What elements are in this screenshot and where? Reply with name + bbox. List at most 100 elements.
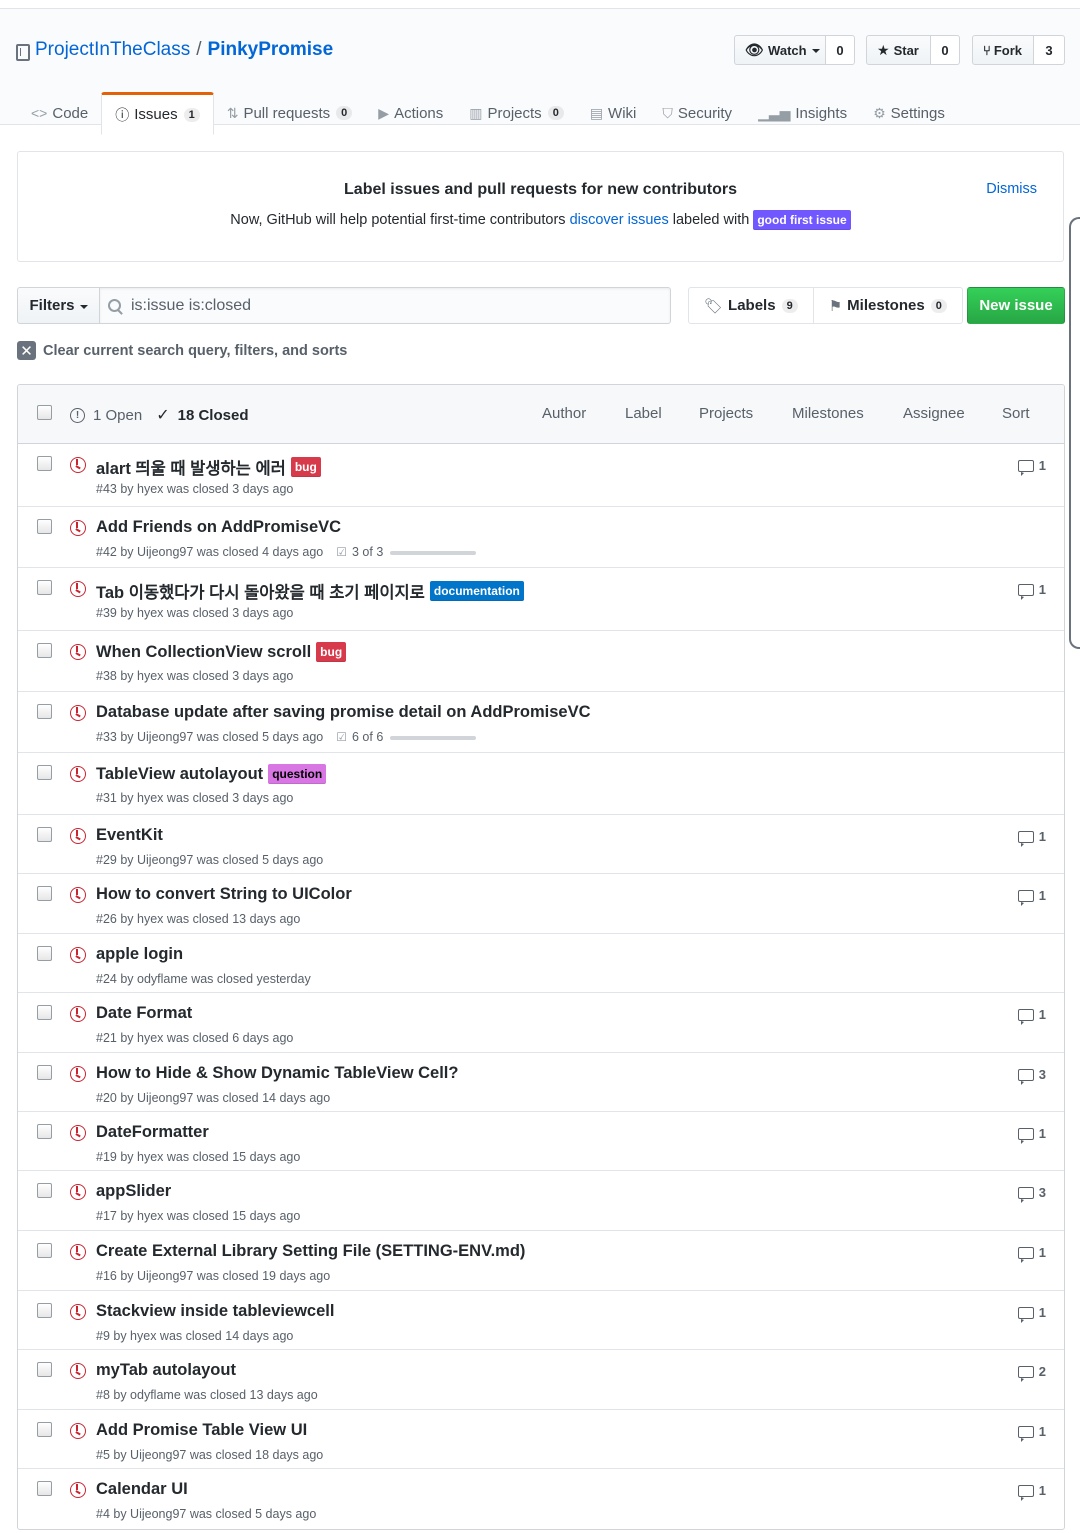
- issue-checkbox[interactable]: [37, 827, 52, 842]
- sort-filter[interactable]: Sort: [1002, 405, 1030, 422]
- tab-settings[interactable]: ⚙ Settings: [860, 92, 958, 134]
- comments-link[interactable]: 3: [1017, 1067, 1046, 1085]
- issue-row[interactable]: EventKit #29 by Uijeong97 was closed 5 da…: [18, 815, 1064, 874]
- comments-link[interactable]: 1: [1017, 1424, 1046, 1442]
- comments-link[interactable]: 1: [1017, 1305, 1046, 1323]
- issue-title-link[interactable]: Stackview inside tableviewcell: [96, 1302, 334, 1321]
- tab-insights[interactable]: ▁▃▅ Insights: [745, 92, 860, 134]
- repo-name-link[interactable]: PinkyPromise: [208, 39, 334, 61]
- comments-link[interactable]: 1: [1017, 458, 1046, 476]
- issue-checkbox[interactable]: [37, 1065, 52, 1080]
- issue-row[interactable]: Add Promise Table View UI #5 by Uijeong97…: [18, 1410, 1064, 1469]
- issue-row[interactable]: Stackview inside tableviewcell #9 by hyex…: [18, 1291, 1064, 1350]
- star-count[interactable]: 0: [931, 35, 960, 65]
- issue-title-link[interactable]: Date Format: [96, 1004, 192, 1023]
- issue-checkbox[interactable]: [37, 1005, 52, 1020]
- issue-row[interactable]: How to convert String to UIColor #26 by h…: [18, 874, 1064, 934]
- comments-link[interactable]: 1: [1017, 1483, 1046, 1501]
- comments-link[interactable]: 1: [1017, 829, 1046, 847]
- issue-label-bug[interactable]: bug: [290, 457, 321, 477]
- open-issues-link[interactable]: ! 1 Open: [70, 407, 142, 424]
- issue-checkbox[interactable]: [37, 946, 52, 961]
- closed-issues-link[interactable]: ✓ 18 Closed: [156, 405, 248, 425]
- issue-row[interactable]: Calendar UI #4 by Uijeong97 was closed 5 …: [18, 1469, 1064, 1529]
- tab-issues[interactable]: ⓘ Issues 1: [101, 92, 214, 135]
- issue-label-bug[interactable]: bug: [316, 642, 347, 662]
- issue-row[interactable]: TableView autolayout question #31 by hyex …: [18, 753, 1064, 815]
- issue-title-link[interactable]: appSlider: [96, 1182, 171, 1201]
- issue-title-link[interactable]: When CollectionView scroll: [96, 643, 311, 662]
- issue-checkbox[interactable]: [37, 1481, 52, 1496]
- issue-row[interactable]: Add Friends on AddPromiseVC #42 by Uijeon…: [18, 507, 1064, 568]
- issue-row[interactable]: DateFormatter #19 by hyex was closed 15 d…: [18, 1112, 1064, 1171]
- comments-link[interactable]: 3: [1017, 1185, 1046, 1203]
- clear-search-link[interactable]: ✕ Clear current search query, filters, a…: [17, 341, 347, 360]
- tab-code[interactable]: <> Code: [18, 92, 101, 134]
- issue-row[interactable]: apple login #24 by odyflame was closed ye…: [18, 934, 1064, 993]
- comments-link[interactable]: 2: [1017, 1364, 1046, 1382]
- tab-projects[interactable]: ▥ Projects 0: [456, 92, 577, 134]
- issue-row[interactable]: appSlider #17 by hyex was closed 15 days …: [18, 1171, 1064, 1231]
- fork-count[interactable]: 3: [1034, 35, 1065, 65]
- scrollbar[interactable]: [1069, 217, 1080, 649]
- assignee-filter[interactable]: Assignee: [903, 405, 965, 422]
- issue-title-link[interactable]: Create External Library Setting File (SE…: [96, 1242, 525, 1261]
- issue-row[interactable]: Database update after saving promise det…: [18, 692, 1064, 753]
- issue-title-link[interactable]: apple login: [96, 945, 183, 964]
- issue-checkbox[interactable]: [37, 1243, 52, 1258]
- issue-checkbox[interactable]: [37, 519, 52, 534]
- issue-row[interactable]: When CollectionView scroll bug #38 by hyex…: [18, 631, 1064, 692]
- issue-title-link[interactable]: DateFormatter: [96, 1123, 209, 1142]
- comments-link[interactable]: 1: [1017, 888, 1046, 906]
- issue-checkbox[interactable]: [37, 1362, 52, 1377]
- dismiss-link[interactable]: Dismiss: [986, 181, 1037, 197]
- issue-title-link[interactable]: TableView autolayout: [96, 765, 263, 784]
- comments-link[interactable]: 1: [1017, 1126, 1046, 1144]
- label-filter[interactable]: Label: [625, 405, 662, 422]
- tab-actions[interactable]: ▶ Actions: [365, 92, 456, 134]
- watch-count[interactable]: 0: [826, 35, 855, 65]
- issue-label-documentation[interactable]: documentation: [429, 581, 524, 601]
- issue-row[interactable]: Date Format #21 by hyex was closed 6 days…: [18, 993, 1064, 1053]
- issue-label-question[interactable]: question: [268, 764, 327, 784]
- tab-pull-requests[interactable]: ⇅ Pull requests 0: [214, 92, 366, 134]
- issue-title-link[interactable]: Database update after saving promise det…: [96, 703, 591, 722]
- discover-issues-link[interactable]: discover issues: [570, 212, 669, 228]
- issue-checkbox[interactable]: [37, 580, 52, 595]
- issue-checkbox[interactable]: [37, 765, 52, 780]
- issue-title-link[interactable]: myTab autolayout: [96, 1361, 236, 1380]
- issue-checkbox[interactable]: [37, 1183, 52, 1198]
- good-first-issue-label[interactable]: good first issue: [753, 210, 851, 230]
- comments-link[interactable]: 1: [1017, 1007, 1046, 1025]
- new-issue-button[interactable]: New issue: [967, 287, 1065, 324]
- issue-checkbox[interactable]: [37, 1303, 52, 1318]
- milestones-button[interactable]: ⚑ Milestones 0: [813, 287, 963, 324]
- watch-button[interactable]: 👁 Watch: [734, 35, 826, 65]
- issue-row[interactable]: myTab autolayout #8 by odyflame was close…: [18, 1350, 1064, 1410]
- projects-filter[interactable]: Projects: [699, 405, 753, 422]
- issue-title-link[interactable]: Add Promise Table View UI: [96, 1421, 307, 1440]
- issue-checkbox[interactable]: [37, 456, 52, 471]
- issue-title-link[interactable]: EventKit: [96, 826, 163, 845]
- filters-button[interactable]: Filters: [17, 287, 100, 324]
- author-filter[interactable]: Author: [542, 405, 586, 422]
- issue-title-link[interactable]: Calendar UI: [96, 1480, 188, 1499]
- tab-wiki[interactable]: ▤ Wiki: [577, 92, 650, 134]
- issue-checkbox[interactable]: [37, 704, 52, 719]
- tab-security[interactable]: ⛉ Security: [649, 92, 745, 134]
- issue-title-link[interactable]: alart 띄울 때 발생하는 에러: [96, 455, 286, 479]
- issue-checkbox[interactable]: [37, 1124, 52, 1139]
- issue-row[interactable]: Create External Library Setting File (SE…: [18, 1231, 1064, 1291]
- issue-checkbox[interactable]: [37, 643, 52, 658]
- comments-link[interactable]: 1: [1017, 1245, 1046, 1263]
- labels-button[interactable]: 🏷 Labels 9: [688, 287, 814, 324]
- issue-title-link[interactable]: Tab 이동했다가 다시 돌아왔을 때 초기 페이지로: [96, 579, 425, 603]
- star-button[interactable]: ★ Star: [866, 35, 931, 65]
- issue-row[interactable]: How to Hide & Show Dynamic TableView Cel…: [18, 1053, 1064, 1112]
- milestones-filter[interactable]: Milestones: [792, 405, 864, 422]
- issue-checkbox[interactable]: [37, 1422, 52, 1437]
- fork-button[interactable]: ⑂ Fork: [972, 35, 1034, 65]
- issue-row[interactable]: Tab 이동했다가 다시 돌아왔을 때 초기 페이지로 documentation…: [18, 568, 1064, 631]
- comments-link[interactable]: 1: [1017, 582, 1046, 600]
- issue-title-link[interactable]: Add Friends on AddPromiseVC: [96, 518, 341, 537]
